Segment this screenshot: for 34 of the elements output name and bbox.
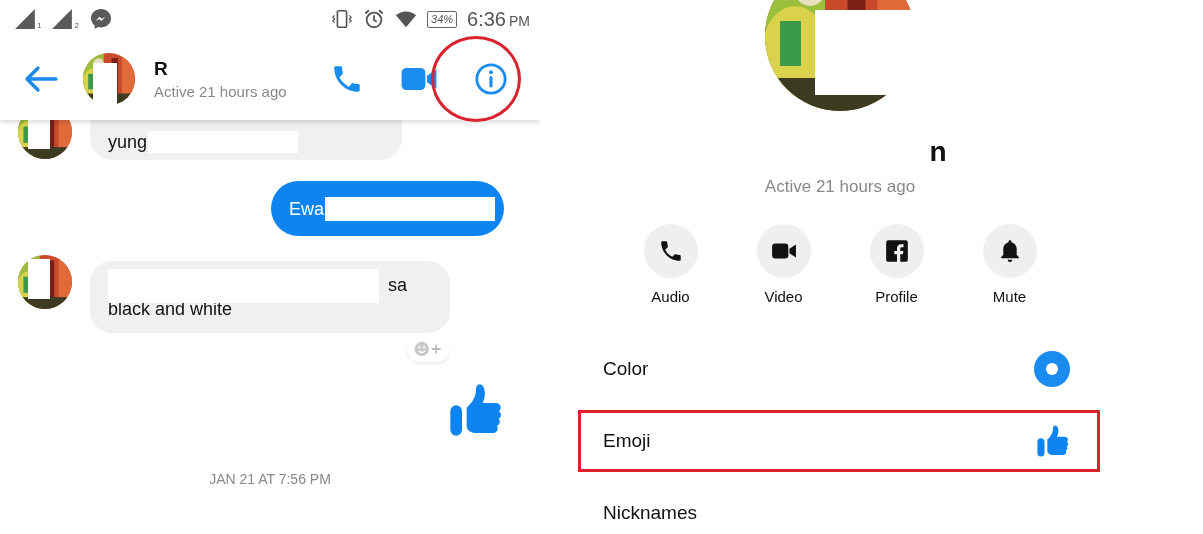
message-text: sa (388, 274, 407, 297)
messenger-icon (88, 7, 113, 31)
action-label: Mute (992, 288, 1027, 305)
message-text: yung (108, 131, 148, 154)
profile-name: n (929, 136, 947, 168)
alarm-clock-icon (363, 8, 386, 30)
settings-item[interactable]: Color (603, 358, 649, 380)
battery-indicator: 34% (427, 10, 458, 28)
timestamp: JAN 21 AT 7:56 PM (209, 471, 331, 487)
back-arrow-icon[interactable] (24, 65, 58, 93)
contact-name: R (154, 58, 169, 80)
action-label: Audio (651, 288, 690, 305)
active-status: Active 21 hours ago (154, 83, 287, 100)
message-text: Ewa (289, 197, 324, 221)
sim-number: 2 (74, 21, 79, 30)
active-status: Active 21 hours ago (764, 177, 916, 197)
redaction-box (28, 259, 50, 299)
thumbs-up-icon[interactable] (1036, 424, 1070, 458)
action-label: Profile (875, 288, 918, 305)
color-swatch[interactable] (1034, 351, 1070, 387)
settings-item[interactable]: Nicknames (603, 502, 697, 524)
action-label: Video (764, 288, 803, 305)
sim-number: 1 (37, 21, 42, 30)
vibrate-icon (331, 8, 354, 30)
signal-icon (14, 8, 36, 30)
signal-icon (51, 8, 74, 30)
thumbs-up-icon (448, 382, 504, 438)
settings-item[interactable]: Emoji (603, 430, 651, 452)
clock-time: 6:36 (467, 7, 506, 31)
redaction-box (93, 63, 117, 107)
facebook-icon (883, 238, 910, 264)
clock-suffix: PM (509, 12, 530, 29)
message-text: black and white (108, 298, 233, 321)
info-icon[interactable] (474, 62, 508, 96)
